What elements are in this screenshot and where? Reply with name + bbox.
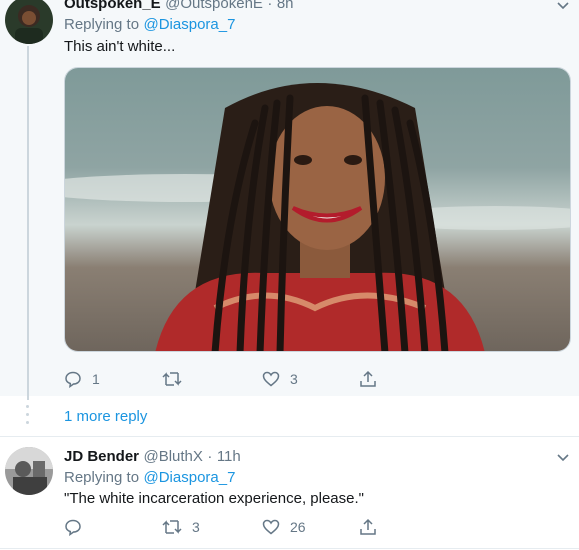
reply-action[interactable]: 1	[64, 370, 100, 388]
like-icon	[262, 519, 280, 535]
timestamp[interactable]: 8h	[277, 0, 294, 12]
display-name[interactable]: Outspoken_E	[64, 0, 161, 12]
tweet-header: JD Bender @BluthX · 11h	[64, 448, 241, 466]
reply-icon	[65, 519, 81, 536]
reply-icon	[65, 371, 81, 388]
timestamp[interactable]: 11h	[217, 448, 241, 465]
time-separator: ·	[267, 0, 273, 12]
like-count: 26	[290, 519, 306, 535]
retweet-icon	[162, 372, 182, 386]
tweet-photo[interactable]	[64, 67, 571, 352]
replying-to: Replying to @Diaspora_7	[64, 16, 235, 34]
thread-dot	[26, 405, 29, 408]
thread-line	[27, 46, 29, 400]
time-separator: ·	[207, 448, 213, 465]
like-icon	[262, 371, 280, 387]
tweet-text: "The white incarceration experience, ple…	[64, 490, 364, 507]
like-count: 3	[290, 371, 298, 387]
share-icon	[360, 518, 376, 535]
chevron-down-icon[interactable]	[556, 451, 570, 465]
handle[interactable]: @BluthX	[143, 448, 202, 465]
divider	[0, 548, 579, 549]
chevron-down-icon[interactable]	[556, 0, 570, 13]
replying-to-link[interactable]: @Diaspora_7	[144, 16, 236, 33]
replying-to-link[interactable]: @Diaspora_7	[144, 469, 236, 486]
tweet-header: Outspoken_E @OutspokenE · 8h	[64, 0, 294, 13]
avatar[interactable]	[5, 447, 53, 495]
retweet-icon	[162, 520, 182, 534]
thread-dot	[26, 413, 29, 416]
reply-action[interactable]	[64, 518, 92, 536]
divider	[0, 436, 579, 437]
reply-count: 1	[92, 371, 100, 387]
photo-woman-braids	[65, 68, 570, 351]
avatar[interactable]	[5, 0, 53, 44]
tweet-outspoken[interactable]: Outspoken_E @OutspokenE · 8h Replying to…	[0, 0, 579, 400]
retweet-count: 3	[192, 519, 200, 535]
thread-dot	[26, 421, 29, 424]
replying-prefix: Replying to	[64, 16, 140, 33]
retweet-action[interactable]: 3	[162, 518, 200, 536]
like-action[interactable]: 3	[262, 370, 298, 388]
display-name[interactable]: JD Bender	[64, 448, 139, 465]
handle[interactable]: @OutspokenE	[165, 0, 263, 12]
replying-to: Replying to @Diaspora_7	[64, 469, 235, 487]
replying-prefix: Replying to	[64, 469, 140, 486]
tweet-text: This ain't white...	[64, 38, 176, 55]
more-replies-link[interactable]: 1 more reply	[64, 408, 147, 425]
share-action[interactable]	[359, 518, 377, 536]
share-icon	[360, 370, 376, 387]
share-action[interactable]	[359, 370, 377, 388]
like-action[interactable]: 26	[262, 518, 306, 536]
retweet-action[interactable]	[162, 370, 192, 388]
